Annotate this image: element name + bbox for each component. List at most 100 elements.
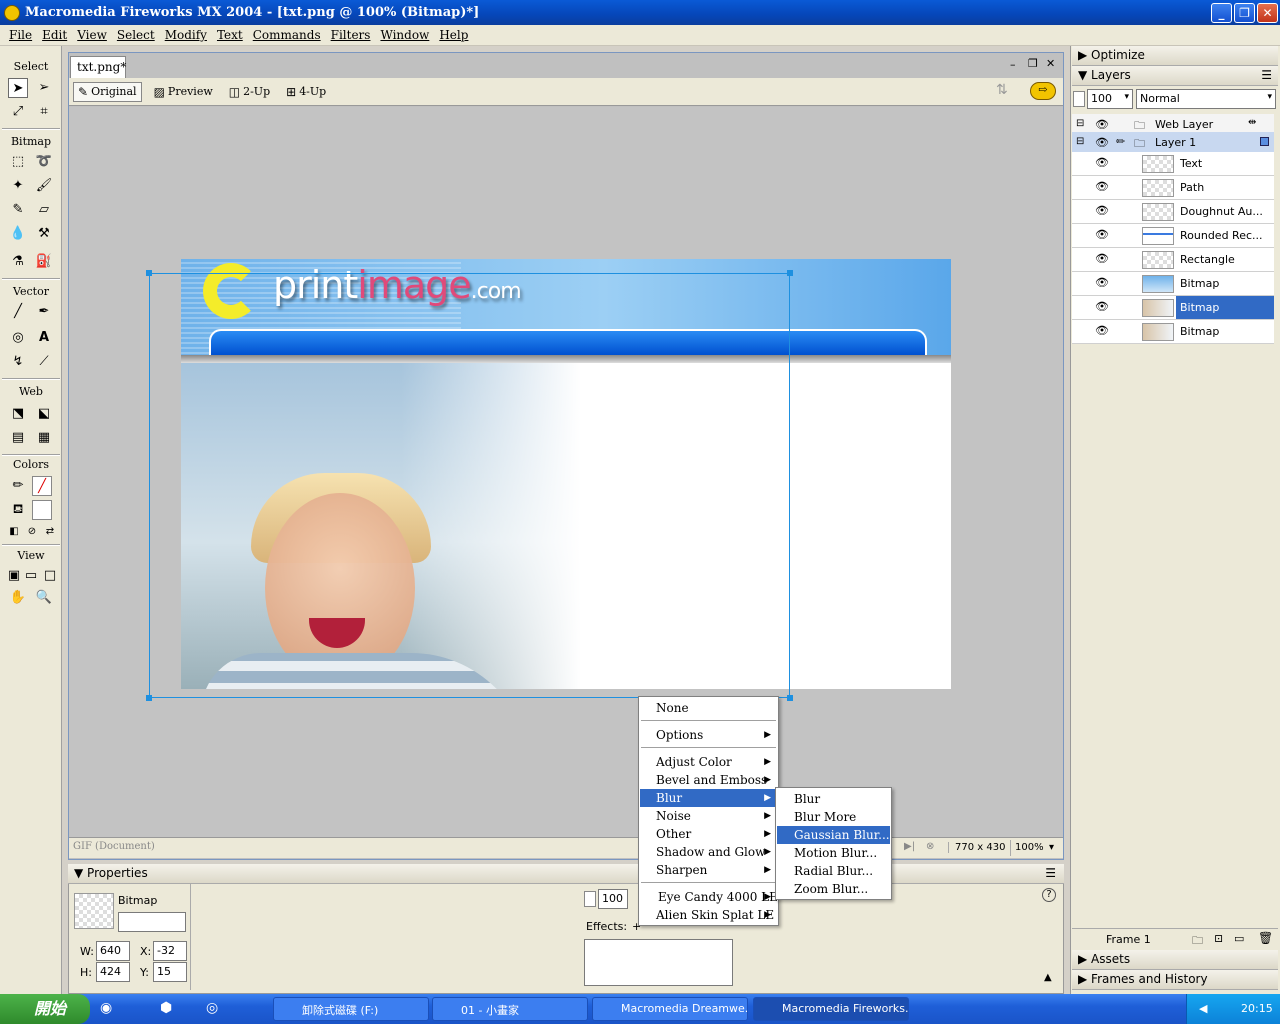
lasso-tool-icon[interactable]: ➰	[34, 152, 54, 172]
new-layer-icon[interactable]: ▭	[1234, 932, 1244, 945]
eraser-tool-icon[interactable]: ▱	[34, 200, 54, 220]
eye-icon[interactable]: 👁	[1094, 180, 1110, 194]
eye-icon[interactable]: 👁	[1094, 204, 1110, 218]
x-field[interactable]: -32	[153, 941, 187, 961]
effects-list[interactable]	[584, 939, 733, 986]
effects-item-other[interactable]: Other ▶	[640, 825, 777, 843]
pencil-icon[interactable]: ✏	[1116, 135, 1125, 148]
layer-object-bitmap-3[interactable]: 👁 Bitmap	[1072, 320, 1274, 344]
trash-icon[interactable]: 🗑	[1258, 931, 1273, 945]
menu-filters[interactable]: Filters	[326, 28, 376, 42]
tray-expand-icon[interactable]: ◀	[1199, 1002, 1207, 1015]
rubber-stamp-tool-icon[interactable]: ⚒	[34, 224, 54, 244]
fill-color-icon[interactable]: ⛾	[8, 500, 28, 520]
blur-item-zoom[interactable]: Zoom Blur...	[777, 880, 890, 898]
blur-item-blur[interactable]: Blur	[777, 790, 890, 808]
collapse-up-icon[interactable]: ▲	[1044, 972, 1052, 983]
collapse-layer-icon[interactable]: ⊟	[1076, 136, 1084, 147]
task-dreamweaver[interactable]: Macromedia Dreamwe...	[592, 997, 748, 1021]
optimize-panel-header[interactable]: ▶ Optimize	[1072, 46, 1278, 66]
layer-object-text[interactable]: 👁 Text	[1072, 152, 1274, 176]
web-layer-share-icon[interactable]: ⇹	[1248, 117, 1256, 128]
eye-icon[interactable]: 👁	[1094, 324, 1110, 338]
blur-tool-icon[interactable]: 💧	[8, 224, 28, 244]
tab-original[interactable]: ✎ Original	[73, 81, 142, 102]
panel-options-icon[interactable]: ☰	[1045, 866, 1056, 880]
assets-panel-header[interactable]: ▶ Assets	[1072, 950, 1278, 970]
quick-launch-icon[interactable]: ◎	[206, 1000, 218, 1016]
fullscreen-mode-icon[interactable]: □	[40, 566, 60, 586]
opacity-field[interactable]: 100	[598, 889, 628, 909]
height-field[interactable]: 424	[96, 962, 130, 982]
eye-icon[interactable]: 👁	[1094, 300, 1110, 314]
layer-object-rounded-rect[interactable]: 👁 Rounded Rec...	[1072, 224, 1274, 248]
subselect-tool-icon[interactable]: ➢	[34, 78, 54, 98]
menu-select[interactable]: Select	[112, 28, 160, 42]
default-colors-icon[interactable]: ◧	[4, 522, 24, 542]
swap-colors-icon[interactable]: ⇄	[40, 522, 60, 542]
object-name-field[interactable]	[118, 912, 186, 932]
paint-bucket-tool-icon[interactable]: ⛽	[34, 252, 54, 272]
layer-opacity-field[interactable]: 100 ▾	[1087, 89, 1133, 109]
start-button[interactable]: 開始	[0, 994, 90, 1024]
help-icon[interactable]: ?	[1042, 888, 1056, 902]
jump-to-dreamweaver-icon[interactable]: ⇨	[1030, 82, 1056, 100]
layers-panel-header[interactable]: ▼ Layers ☰	[1072, 66, 1278, 86]
no-color-icon[interactable]: ⊘	[22, 522, 42, 542]
export-icon[interactable]: ⇅	[996, 82, 1008, 98]
menu-commands[interactable]: Commands	[248, 28, 326, 42]
pointer-tool-icon[interactable]: ➤	[8, 78, 28, 98]
menu-edit[interactable]: Edit	[37, 28, 72, 42]
y-field[interactable]: 15	[153, 962, 187, 982]
close-button[interactable]: ✕	[1257, 3, 1278, 23]
scale-tool-icon[interactable]: ⤢	[8, 102, 28, 122]
task-fireworks[interactable]: Macromedia Fireworks...	[753, 997, 909, 1021]
blur-item-radial[interactable]: Radial Blur...	[777, 862, 890, 880]
doc-close-icon[interactable]: ✕	[1046, 57, 1055, 70]
tab-preview[interactable]: ▨ Preview	[150, 83, 217, 101]
effects-item-alien-skin[interactable]: Alien Skin Splat LE ▶	[640, 906, 777, 924]
effects-item-eye-candy[interactable]: Eye Candy 4000 LE ▶	[640, 888, 778, 906]
panel-options-icon[interactable]: ☰	[1261, 68, 1272, 82]
slice-tool-icon[interactable]: ⬕	[34, 404, 54, 424]
resize-handle[interactable]	[146, 695, 152, 701]
menu-modify[interactable]: Modify	[160, 28, 212, 42]
document-tab[interactable]: txt.png*	[70, 56, 126, 78]
effects-item-noise[interactable]: Noise ▶	[640, 807, 777, 825]
eye-icon[interactable]: 👁	[1094, 228, 1110, 242]
fullscreen-menus-mode-icon[interactable]: ▭	[21, 566, 41, 586]
eye-icon[interactable]: 👁	[1094, 252, 1110, 266]
collapse-layer-icon[interactable]: ⊟	[1076, 118, 1084, 129]
show-slices-icon[interactable]: ▦	[34, 428, 54, 448]
task-paint[interactable]: 01 - 小畫家	[432, 997, 588, 1021]
ellipse-tool-icon[interactable]: ◎	[8, 328, 28, 348]
zoom-select[interactable]: 100% ▾	[1010, 840, 1058, 856]
effects-item-shadow-glow[interactable]: Shadow and Glow ▶	[640, 843, 777, 861]
zoom-tool-icon[interactable]: 🔍	[34, 588, 54, 608]
stroke-swatch[interactable]: ╱	[32, 476, 52, 496]
tab-2up[interactable]: ◫ 2-Up	[225, 83, 274, 101]
effects-item-sharpen[interactable]: Sharpen ▶	[640, 861, 777, 879]
effects-item-options[interactable]: Options ▶	[640, 726, 777, 744]
layer-object-bitmap-2[interactable]: 👁 Bitmap	[1072, 296, 1274, 320]
new-sublayer-icon[interactable]: 🗀	[1192, 932, 1203, 951]
minimize-button[interactable]: _	[1211, 3, 1232, 23]
width-field[interactable]: 640	[96, 941, 130, 961]
magic-wand-tool-icon[interactable]: ✦	[8, 176, 28, 196]
quick-launch-icon[interactable]: ⬢	[160, 1000, 172, 1016]
layer-object-doughnut[interactable]: 👁 Doughnut Au...	[1072, 200, 1274, 224]
freeform-tool-icon[interactable]: ↯	[8, 352, 28, 372]
resize-handle[interactable]	[787, 695, 793, 701]
eye-icon[interactable]: 👁	[1094, 118, 1110, 132]
effects-item-blur[interactable]: Blur ▶	[640, 789, 777, 807]
menu-text[interactable]: Text	[212, 28, 248, 42]
marquee-tool-icon[interactable]: ⬚	[8, 152, 28, 172]
properties-header[interactable]: ▼ Properties ☰	[68, 864, 1064, 884]
eyedropper-tool-icon[interactable]: ⚗	[8, 252, 28, 272]
frames-history-panel-header[interactable]: ▶ Frames and History	[1072, 970, 1278, 990]
menu-view[interactable]: View	[72, 28, 112, 42]
hotspot-tool-icon[interactable]: ⬔	[8, 404, 28, 424]
add-mask-icon[interactable]: ⊡	[1214, 932, 1223, 945]
blur-item-blur-more[interactable]: Blur More	[777, 808, 890, 826]
doc-minimize-icon[interactable]: –	[1010, 58, 1016, 71]
